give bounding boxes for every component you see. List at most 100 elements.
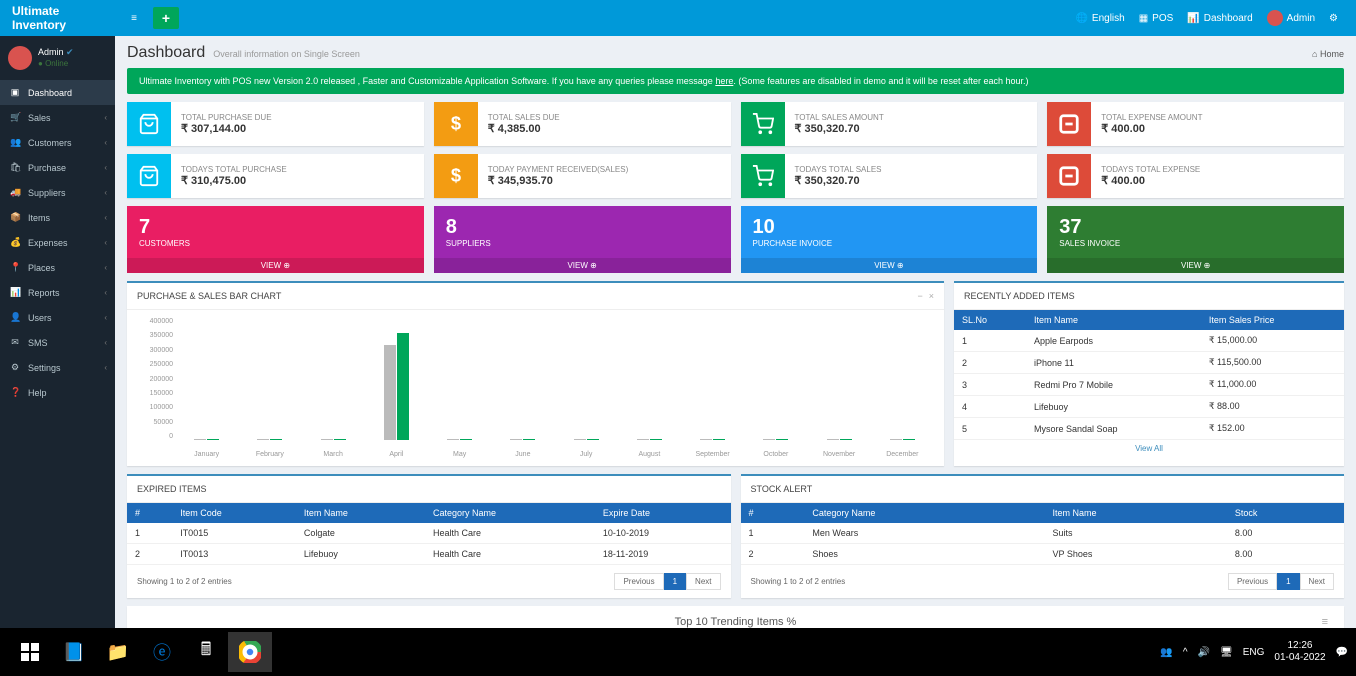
add-button[interactable]: + <box>153 7 179 29</box>
start-button[interactable] <box>8 632 52 672</box>
table-row[interactable]: 1IT0015ColgateHealth Care10-10-2019 <box>127 523 731 544</box>
bar-purchase <box>510 439 522 440</box>
chevron-left-icon: ‹ <box>104 188 107 197</box>
cart-icon <box>741 154 785 198</box>
chrome-icon[interactable] <box>228 632 272 672</box>
user-avatar <box>8 46 32 70</box>
nav-icon: 🛒 <box>10 112 20 123</box>
view-link[interactable]: VIEW ⊕ <box>741 258 1038 273</box>
table-row[interactable]: 2iPhone 11₹ 115,500.00 <box>954 352 1344 374</box>
view-link[interactable]: VIEW ⊕ <box>1047 258 1344 273</box>
calculator-icon[interactable]: 🖩 <box>184 632 228 672</box>
pos-link[interactable]: ▦POS <box>1139 13 1174 24</box>
taskbar-app-icon[interactable]: 📘 <box>52 632 96 672</box>
table-cell: IT0013 <box>172 544 296 565</box>
sidebar-item-sms[interactable]: ✉SMS‹ <box>0 330 115 355</box>
stat-value: ₹ 307,144.00 <box>181 122 272 135</box>
table-row[interactable]: 1Men WearsSuits8.00 <box>741 523 1345 544</box>
nav-label: Dashboard <box>28 88 72 98</box>
settings-icon[interactable]: ⚙ <box>1329 13 1338 24</box>
stat-value: ₹ 350,320.70 <box>795 174 882 187</box>
sidebar-item-suppliers[interactable]: 🚚Suppliers‹ <box>0 180 115 205</box>
page-1-button[interactable]: 1 <box>1277 573 1299 590</box>
stat-card[interactable]: $TODAY PAYMENT RECEIVED(SALES)₹ 345,935.… <box>434 154 731 198</box>
stat-label: TODAYS TOTAL SALES <box>795 165 882 174</box>
tray-volume-icon[interactable]: 🔊 <box>1198 647 1210 658</box>
stat-card[interactable]: TOTAL PURCHASE DUE₹ 307,144.00 <box>127 102 424 146</box>
stat-value: ₹ 400.00 <box>1101 174 1200 187</box>
sidebar-item-places[interactable]: 📍Places‹ <box>0 255 115 280</box>
stat-card[interactable]: TOTAL EXPENSE AMOUNT₹ 400.00 <box>1047 102 1344 146</box>
table-header: # <box>127 503 172 523</box>
stat-card[interactable]: TODAYS TOTAL PURCHASE₹ 310,475.00 <box>127 154 424 198</box>
tray-chevron-icon[interactable]: ^ <box>1183 647 1188 658</box>
system-clock[interactable]: 12:26 01-04-2022 <box>1274 640 1325 664</box>
table-cell: ₹ 11,000.00 <box>1201 374 1344 396</box>
stat-card[interactable]: TODAYS TOTAL EXPENSE₹ 400.00 <box>1047 154 1344 198</box>
stat-card[interactable]: TOTAL SALES AMOUNT₹ 350,320.70 <box>741 102 1038 146</box>
alert-link[interactable]: here <box>715 76 733 86</box>
sidebar-item-sales[interactable]: 🛒Sales‹ <box>0 105 115 130</box>
admin-menu[interactable]: Admin <box>1267 10 1315 26</box>
sidebar-item-dashboard[interactable]: ▣Dashboard <box>0 80 115 105</box>
brand-logo[interactable]: Ultimate Inventory <box>0 4 115 32</box>
bar-sales <box>840 439 852 440</box>
sidebar-item-expenses[interactable]: 💰Expenses‹ <box>0 230 115 255</box>
edge-icon[interactable]: ⓔ <box>140 632 184 672</box>
menu-icon[interactable]: ≡ <box>1322 616 1328 628</box>
table-cell: 1 <box>127 523 172 544</box>
language-menu[interactable]: 🌐English <box>1075 13 1124 24</box>
count-label: PURCHASE INVOICE <box>753 239 1026 248</box>
sidebar-item-customers[interactable]: 👥Customers‹ <box>0 130 115 155</box>
tray-network-icon[interactable]: 🖥 <box>1220 647 1233 658</box>
bar-sales <box>397 333 409 440</box>
tray-people-icon[interactable]: 👥 <box>1160 647 1172 658</box>
notifications-icon[interactable]: 💬 <box>1336 647 1348 658</box>
close-icon[interactable]: × <box>929 291 934 301</box>
table-row[interactable]: 5Mysore Sandal Soap₹ 152.00 <box>954 418 1344 440</box>
bar-sales <box>587 439 599 440</box>
prev-button[interactable]: Previous <box>1228 573 1277 590</box>
next-button[interactable]: Next <box>686 573 720 590</box>
sidebar-item-users[interactable]: 👤Users‹ <box>0 305 115 330</box>
stat-card[interactable]: $TOTAL SALES DUE₹ 4,385.00 <box>434 102 731 146</box>
breadcrumb-home[interactable]: ⌂ Home <box>1312 49 1344 59</box>
count-card: 37SALES INVOICEVIEW ⊕ <box>1047 206 1344 273</box>
bar-sales <box>650 439 662 440</box>
sidebar-item-purchase[interactable]: 🛍Purchase‹ <box>0 155 115 180</box>
verified-icon: ✔ <box>66 47 74 57</box>
collapse-icon[interactable]: − <box>917 291 922 301</box>
tray-language[interactable]: ENG <box>1243 647 1265 658</box>
table-row[interactable]: 2ShoesVP Shoes8.00 <box>741 544 1345 565</box>
table-row[interactable]: 3Redmi Pro 7 Mobile₹ 11,000.00 <box>954 374 1344 396</box>
sidebar-item-settings[interactable]: ⚙Settings‹ <box>0 355 115 380</box>
view-link[interactable]: VIEW ⊕ <box>434 258 731 273</box>
table-cell: iPhone 11 <box>1026 352 1201 374</box>
nav-icon: 🚚 <box>10 187 20 198</box>
file-explorer-icon[interactable]: 📁 <box>96 632 140 672</box>
stat-value: ₹ 350,320.70 <box>795 122 884 135</box>
stat-label: TODAY PAYMENT RECEIVED(SALES) <box>488 165 628 174</box>
page-1-button[interactable]: 1 <box>664 573 686 590</box>
stat-label: TODAYS TOTAL PURCHASE <box>181 165 287 174</box>
bar-sales <box>713 439 725 440</box>
sidebar-item-items[interactable]: 📦Items‹ <box>0 205 115 230</box>
count-card: 10PURCHASE INVOICEVIEW ⊕ <box>741 206 1038 273</box>
main-content: Dashboard Overall information on Single … <box>115 36 1356 628</box>
next-button[interactable]: Next <box>1300 573 1334 590</box>
table-row[interactable]: 2IT0013LifebuoyHealth Care18-11-2019 <box>127 544 731 565</box>
bar-purchase <box>827 439 839 440</box>
sidebar-item-help[interactable]: ❓Help <box>0 380 115 405</box>
view-all-link[interactable]: View All <box>954 440 1344 457</box>
nav-label: Places <box>28 263 55 273</box>
menu-toggle-button[interactable]: ≡ <box>121 7 147 29</box>
dashboard-link[interactable]: 📊Dashboard <box>1187 13 1252 24</box>
view-link[interactable]: VIEW ⊕ <box>127 258 424 273</box>
stat-card[interactable]: TODAYS TOTAL SALES₹ 350,320.70 <box>741 154 1038 198</box>
prev-button[interactable]: Previous <box>614 573 663 590</box>
trending-title: Top 10 Trending Items % <box>675 616 797 628</box>
table-row[interactable]: 4Lifebuoy₹ 88.00 <box>954 396 1344 418</box>
table-row[interactable]: 1Apple Earpods₹ 15,000.00 <box>954 330 1344 352</box>
chevron-left-icon: ‹ <box>104 138 107 147</box>
sidebar-item-reports[interactable]: 📊Reports‹ <box>0 280 115 305</box>
